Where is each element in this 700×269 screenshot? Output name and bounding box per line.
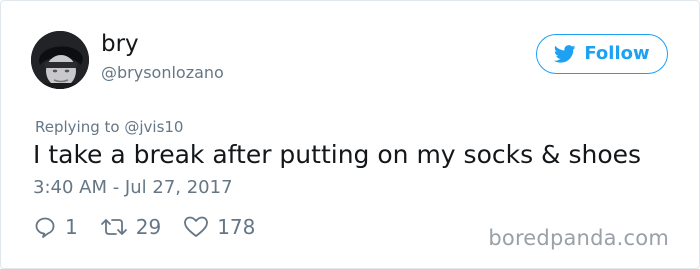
watermark: boredpanda.com — [488, 226, 669, 250]
retweet-icon — [100, 219, 127, 235]
tweet-card: bry @brysonlozano Follow Replying to @jv… — [0, 0, 700, 269]
avatar[interactable] — [31, 31, 89, 89]
follow-button[interactable]: Follow — [536, 34, 668, 74]
replying-to-line: Replying to @jvis10 — [35, 118, 183, 136]
replying-mention-link[interactable]: @jvis10 — [124, 118, 183, 136]
reply-count: 1 — [65, 215, 78, 239]
tweet-timestamp[interactable]: 3:40 AM - Jul 27, 2017 — [33, 177, 233, 199]
reply-button[interactable]: 1 — [33, 215, 78, 239]
heart-icon — [184, 216, 209, 237]
tweet-text: I take a break after putting on my socks… — [33, 140, 642, 169]
replying-prefix: Replying to — [35, 118, 120, 136]
retweet-count: 29 — [135, 215, 162, 239]
reply-bubble-icon — [35, 217, 55, 238]
user-handle[interactable]: @brysonlozano — [101, 63, 224, 83]
display-name[interactable]: bry — [101, 30, 139, 58]
like-count: 178 — [217, 215, 256, 239]
tweet-actions: 1 29 178 — [33, 214, 255, 240]
avatar-photo-icon — [31, 31, 89, 89]
retweet-button[interactable]: 29 — [100, 215, 161, 239]
follow-button-label: Follow — [584, 43, 650, 64]
twitter-bird-icon — [554, 45, 576, 63]
like-button[interactable]: 178 — [183, 215, 255, 239]
